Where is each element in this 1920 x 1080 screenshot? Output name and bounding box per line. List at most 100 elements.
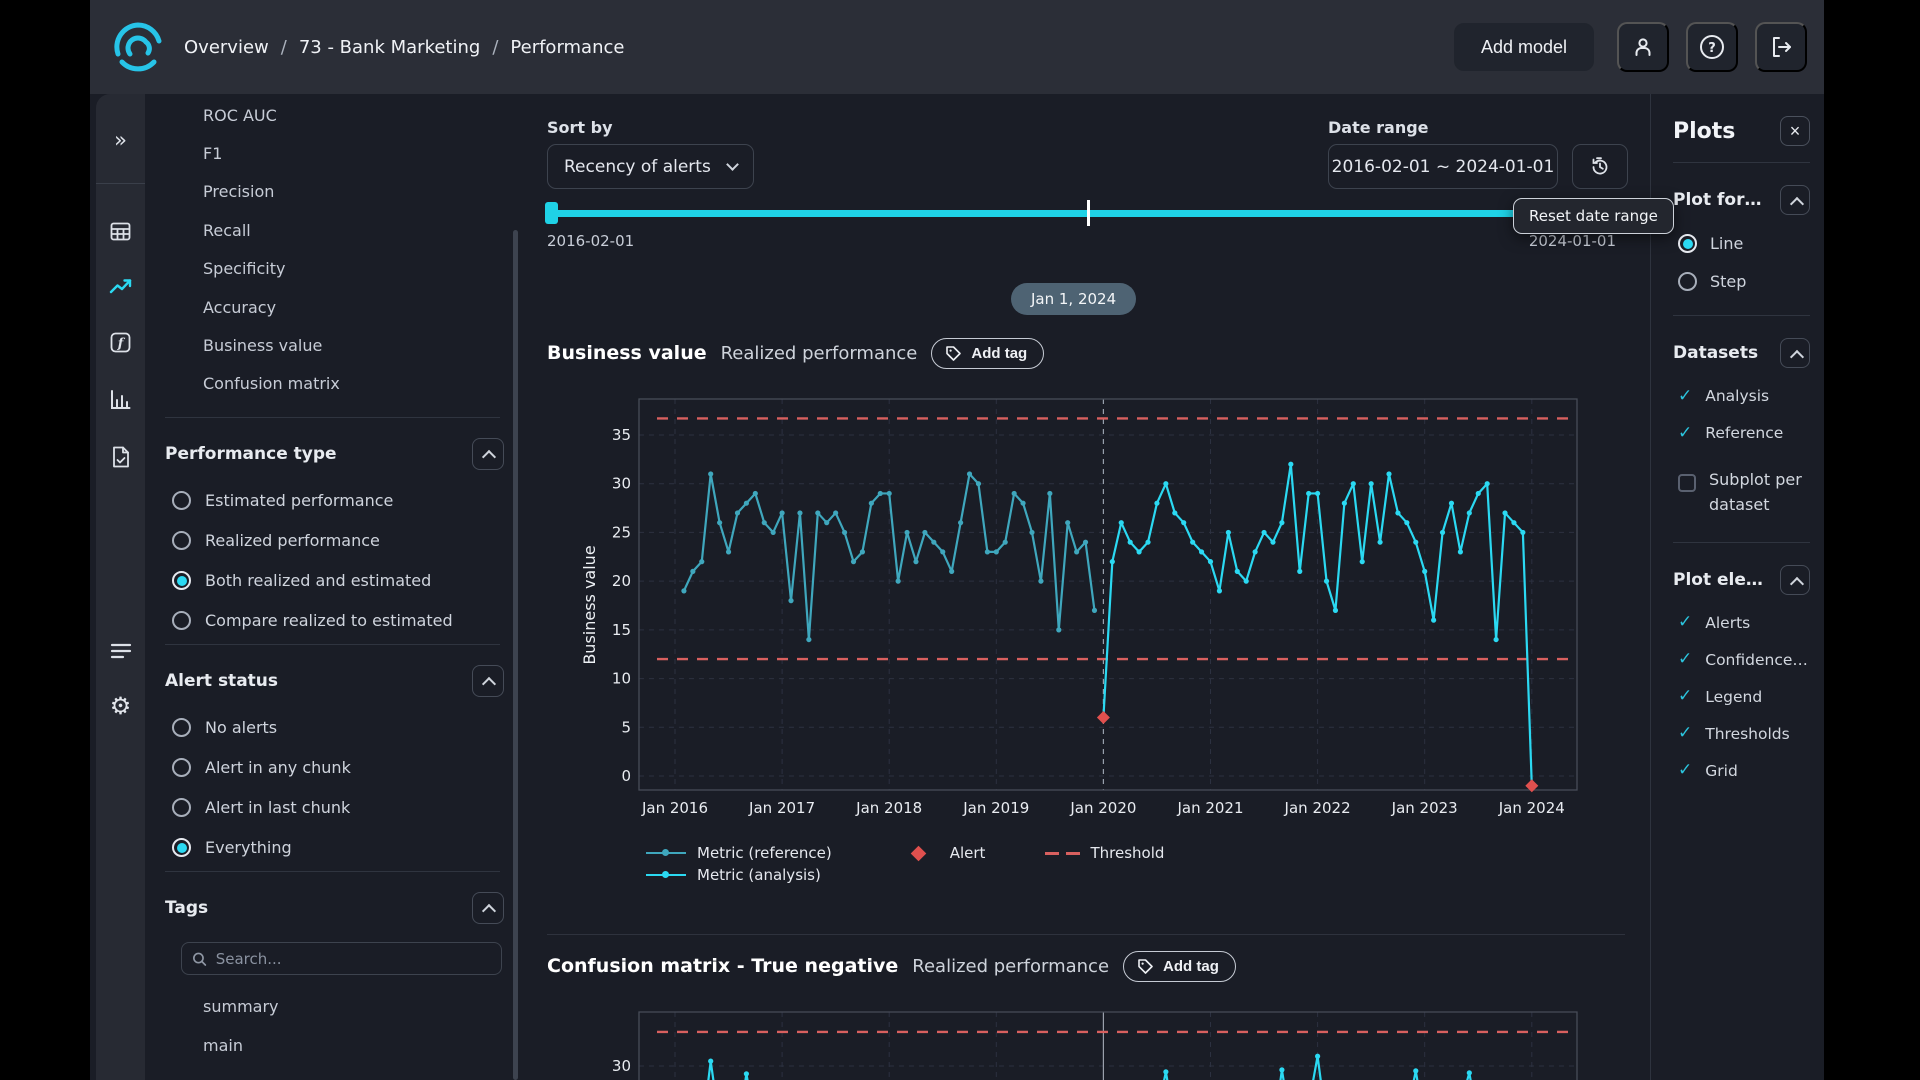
y-tick-label: 15 [612,621,631,639]
metric-item-business-value[interactable]: Business value [145,326,520,364]
main-content: Sort by Recency of alerts Date range [520,94,1650,1080]
date-range-input[interactable] [1328,144,1558,189]
business-value-plot[interactable]: 05101520253035Jan 2016Jan 2017Jan 2018Ja… [547,393,1582,822]
chart-title: Business value [547,342,707,364]
collapse-plot-elements-button[interactable] [1780,565,1810,595]
y-tick-label: 5 [621,718,631,736]
radio-compare-realized-estimated[interactable]: Compare realized to estimated [145,611,520,630]
breadcrumb-separator: / [492,37,498,58]
slider-handle[interactable] [545,202,558,224]
panel-divider [1673,315,1810,316]
breadcrumb-model[interactable]: 73 - Bank Marketing [299,37,481,58]
breadcrumb-performance[interactable]: Performance [510,37,624,58]
data-point [1324,579,1329,584]
collapse-performance-type-button[interactable] [472,438,504,470]
radio-icon [172,758,191,777]
plots-panel-header: Plots × [1673,116,1810,146]
data-point [1485,481,1490,486]
add-tag-button[interactable]: Add tag [931,338,1044,369]
function-icon[interactable]: f [109,331,132,358]
data-point [1369,481,1374,486]
radio-icon [172,491,191,510]
checkbox-grid[interactable]: ✓ Grid [1673,762,1810,780]
confusion-matrix-plot[interactable]: 30 [547,1010,1582,1080]
slider-split-marker[interactable] [1087,200,1090,226]
data-point [994,549,999,554]
logout-button[interactable] [1755,22,1807,72]
data-point [887,491,892,496]
tags-title: Tags [165,898,208,918]
collapse-alert-status-button[interactable] [472,665,504,697]
data-point [780,510,785,515]
data-point [717,520,722,525]
reset-date-range-button[interactable] [1572,144,1628,189]
tags-search-input[interactable] [216,950,491,968]
metric-item-recall[interactable]: Recall [145,211,520,249]
x-tick-label: Jan 2024 [1498,799,1565,817]
datasets-header: Datasets [1673,338,1810,368]
tag-item-summary[interactable]: summary [145,987,520,1026]
sort-by-group: Sort by Recency of alerts [547,118,754,189]
data-point [815,510,820,515]
help-button[interactable]: ? [1686,22,1738,72]
settings-gear-icon[interactable]: ⚙ [110,692,132,720]
radio-step-format[interactable]: Step [1673,272,1810,291]
list-icon[interactable] [109,642,133,664]
user-account-button[interactable] [1617,22,1669,72]
plot-elements-header: Plot elements [1673,565,1810,595]
metric-item-precision[interactable]: Precision [145,173,520,211]
radio-icon [172,611,191,630]
checkbox-thresholds[interactable]: ✓ Thresholds [1673,725,1810,743]
report-doc-icon[interactable] [110,445,132,473]
checkbox-analysis[interactable]: ✓ Analysis [1673,387,1810,405]
legend-reference-glyph [645,852,687,855]
radio-everything[interactable]: Everything [145,838,520,857]
data-point [744,501,749,506]
sidebar-scrollbar[interactable] [513,230,518,1080]
tags-search-box[interactable] [181,942,502,975]
data-point [1029,530,1034,535]
radio-both-realized-estimated[interactable]: Both realized and estimated [145,571,520,590]
collapse-tags-button[interactable] [472,892,504,924]
collapse-datasets-button[interactable] [1780,338,1810,368]
radio-no-alerts[interactable]: No alerts [145,718,520,737]
expand-sidebar-icon[interactable]: » [114,130,127,151]
add-tag-button[interactable]: Add tag [1123,951,1236,982]
collapse-plot-format-button[interactable] [1780,185,1810,215]
radio-alert-last-chunk[interactable]: Alert in last chunk [145,798,520,817]
checkbox-alerts[interactable]: ✓ Alerts [1673,614,1810,632]
chart-subtitle: Realized performance [912,956,1109,977]
metric-item-f1[interactable]: F1 [145,134,520,172]
radio-alert-any-chunk[interactable]: Alert in any chunk [145,758,520,777]
metric-item-accuracy[interactable]: Accuracy [145,288,520,326]
breadcrumb-separator: / [281,37,287,58]
metric-item-confusion-matrix[interactable]: Confusion matrix [145,365,520,403]
x-tick-label: Jan 2018 [855,799,922,817]
checkbox-subplot-per-dataset[interactable]: Subplot per dataset [1673,468,1810,518]
bar-chart-icon[interactable] [109,388,132,415]
data-point [1404,520,1409,525]
tag-item-main[interactable]: main [145,1026,520,1065]
checkbox-legend[interactable]: ✓ Legend [1673,688,1810,706]
slider-track[interactable] [547,200,1616,226]
checkbox-confidence-bands[interactable]: ✓ Confidence bands [1673,651,1810,669]
close-panel-button[interactable]: × [1780,116,1810,146]
performance-type-header: Performance type [145,438,520,470]
data-point [1270,540,1275,545]
radio-realized-performance[interactable]: Realized performance [145,531,520,550]
data-point [681,588,686,593]
checkbox-reference[interactable]: ✓ Reference [1673,424,1810,442]
sort-by-select[interactable]: Recency of alerts [547,144,754,189]
performance-trend-icon[interactable] [109,277,133,301]
add-model-button[interactable]: Add model [1454,23,1594,71]
nannyml-logo[interactable] [108,17,168,77]
slider-bar[interactable] [547,210,1616,217]
radio-line-format[interactable]: Line [1673,234,1810,253]
metric-item-roc-auc[interactable]: ROC AUC [145,107,520,134]
data-point [1199,549,1204,554]
data-grid-icon[interactable] [109,220,132,247]
breadcrumb-overview[interactable]: Overview [184,37,269,58]
metric-item-specificity[interactable]: Specificity [145,250,520,288]
sidebar-divider [165,417,500,418]
radio-estimated-performance[interactable]: Estimated performance [145,491,520,510]
